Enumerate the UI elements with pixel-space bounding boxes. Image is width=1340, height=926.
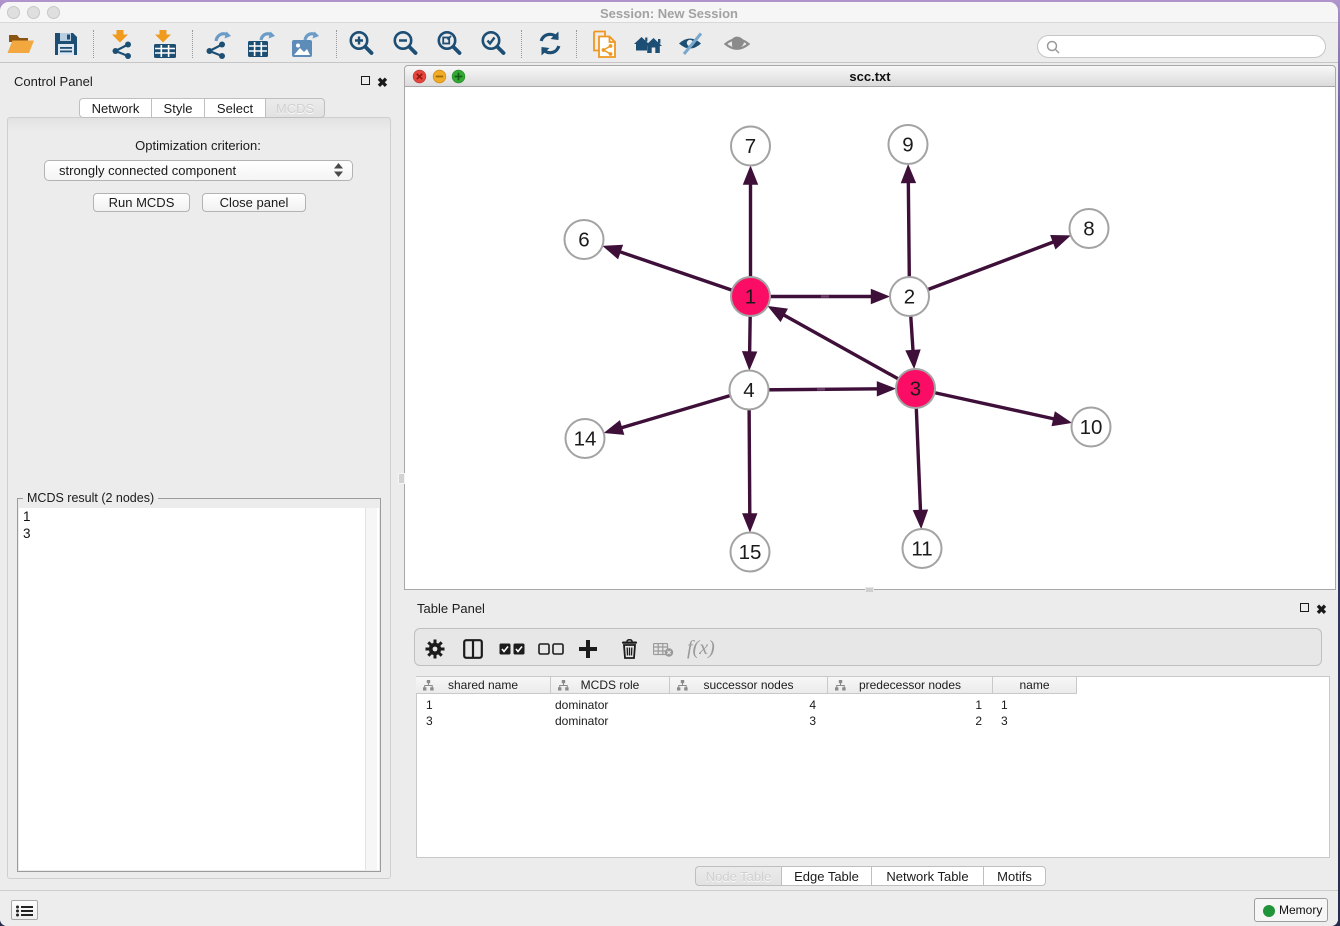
svg-text:7: 7	[745, 135, 756, 158]
svg-text:4: 4	[743, 379, 754, 402]
svg-text:1: 1	[745, 286, 756, 309]
svg-text:11: 11	[911, 538, 932, 561]
svg-text:10: 10	[1080, 416, 1103, 439]
svg-text:8: 8	[1083, 218, 1094, 241]
svg-text:3: 3	[910, 378, 921, 401]
svg-text:9: 9	[902, 134, 913, 157]
svg-text:14: 14	[574, 428, 597, 451]
svg-text:2: 2	[904, 286, 915, 309]
svg-text:15: 15	[739, 541, 762, 564]
svg-text:6: 6	[578, 229, 589, 252]
